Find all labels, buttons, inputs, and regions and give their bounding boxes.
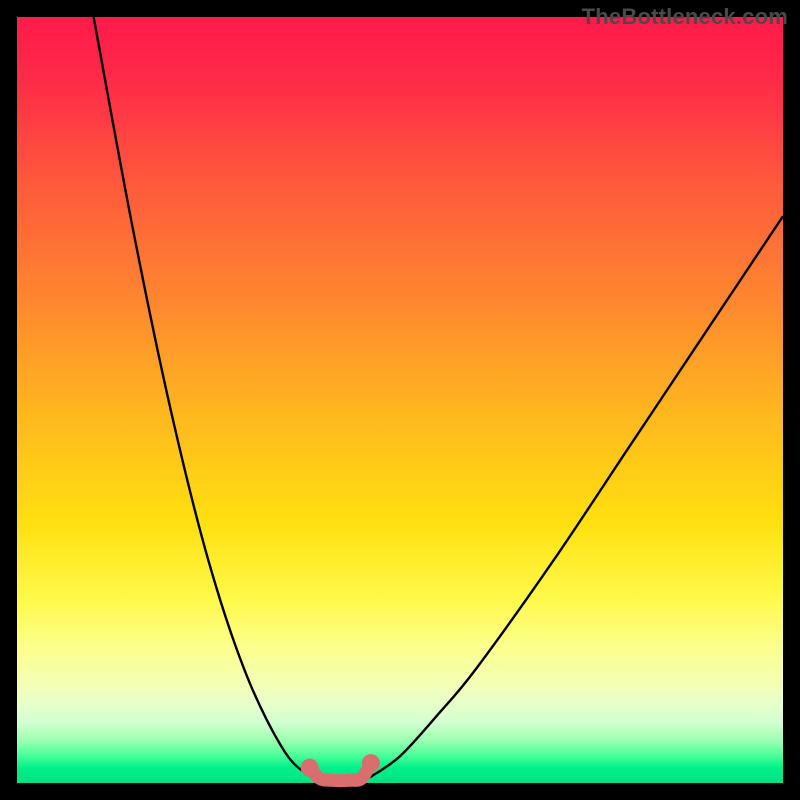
- highlight-dot-left: [301, 759, 319, 777]
- highlight-valley-segment: [310, 763, 371, 780]
- chart-plot-area: [17, 17, 783, 783]
- chart-svg: [17, 17, 783, 783]
- watermark-text: TheBottleneck.com: [582, 4, 788, 30]
- curve-left-branch: [94, 17, 312, 778]
- curve-right-branch: [369, 216, 783, 777]
- highlight-dot-right: [362, 754, 380, 772]
